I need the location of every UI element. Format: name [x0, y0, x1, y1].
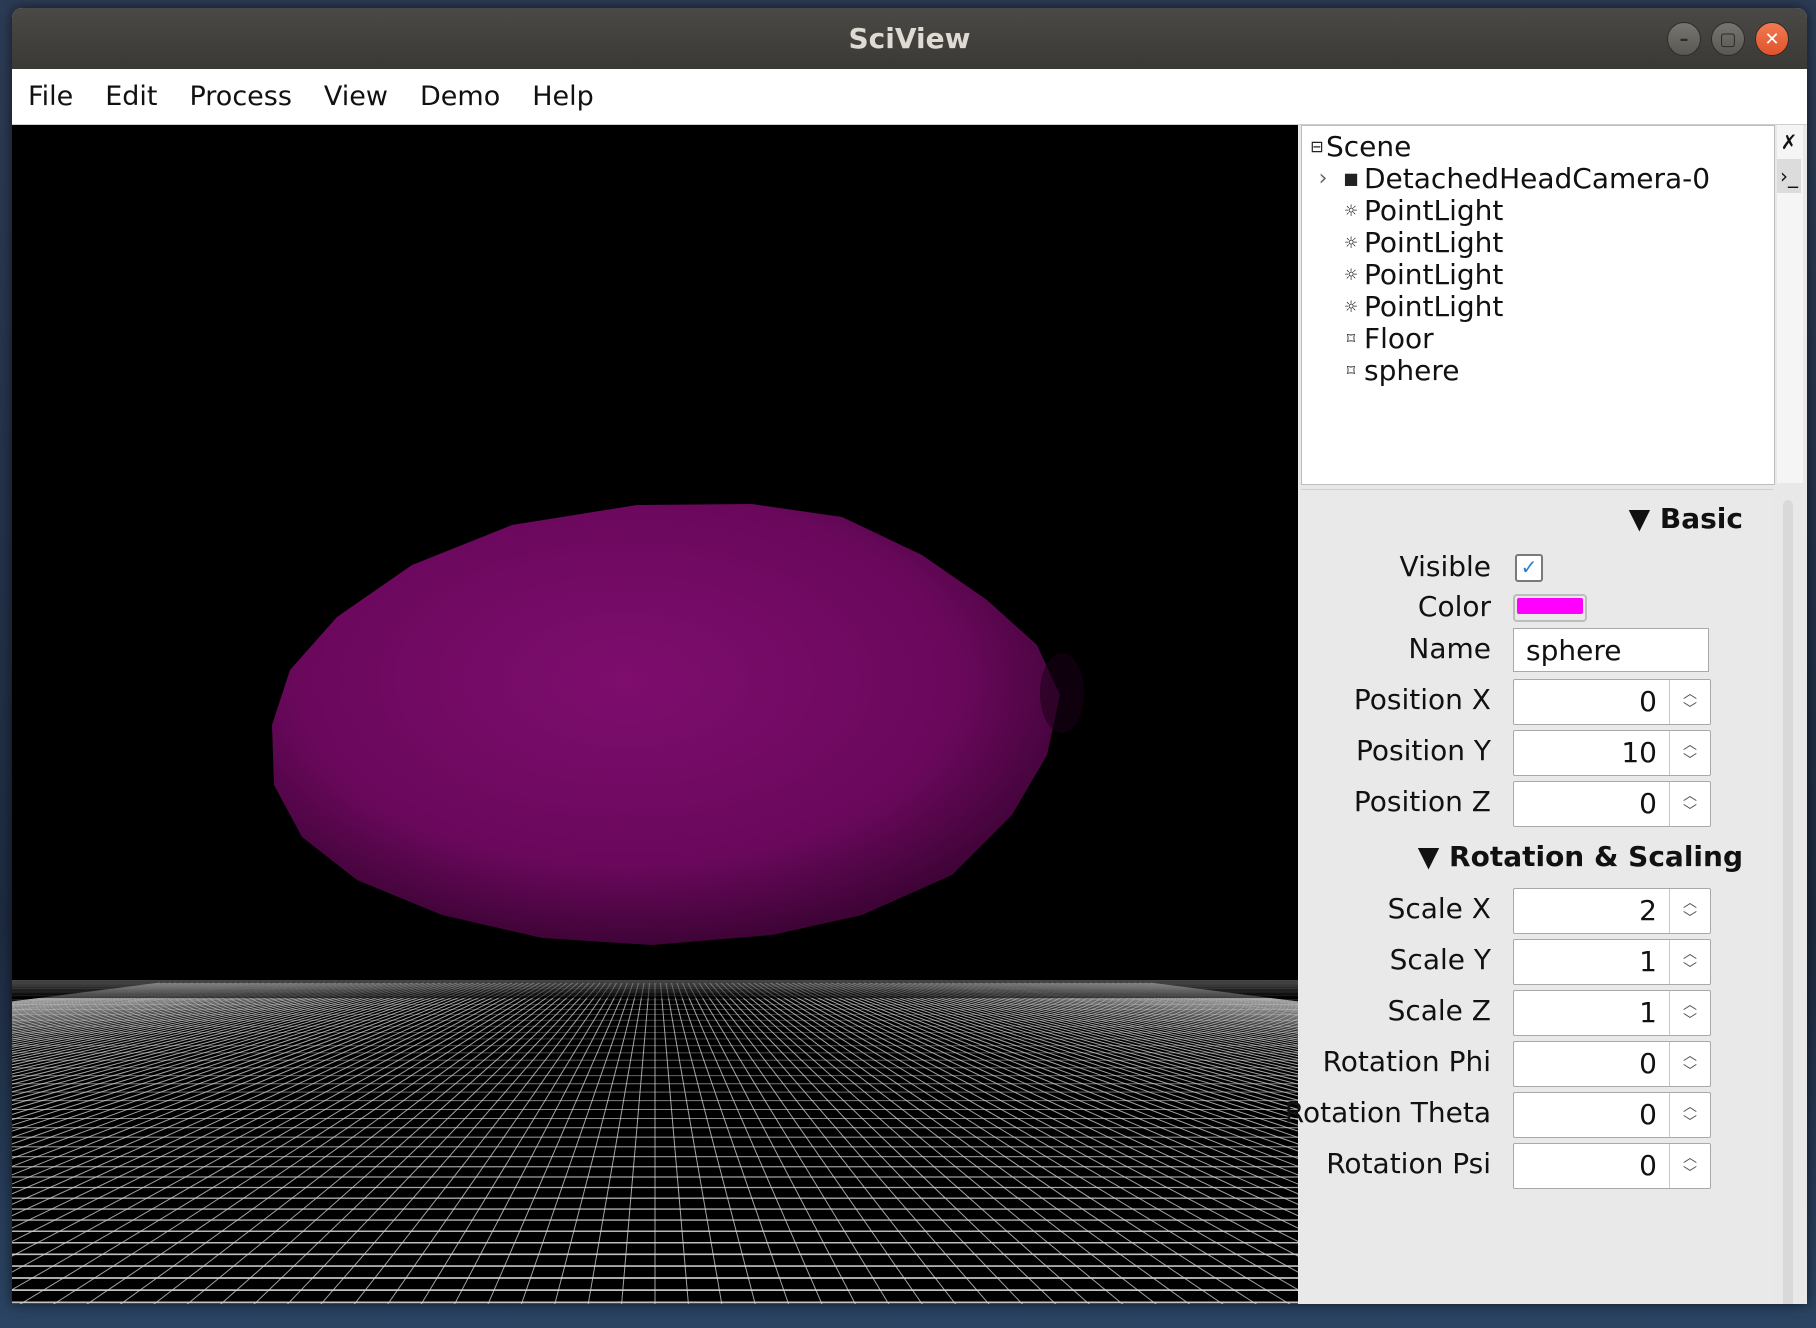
properties-panel: ▼ Basic Visible ✓ Color Name sphere Posi… [1285, 489, 1793, 1304]
light-icon: ☼ [1343, 264, 1359, 284]
light-icon: ☼ [1343, 232, 1359, 252]
tree-item-pointlight[interactable]: ☼ PointLight [1338, 288, 1504, 324]
minimize-button[interactable]: – [1667, 22, 1701, 56]
visible-label: Visible [1399, 550, 1491, 583]
window-title: SciView [848, 22, 971, 55]
tools-icon[interactable]: ✗ [1777, 125, 1801, 159]
console-icon[interactable]: ›_ [1777, 159, 1801, 193]
tree-root-scene[interactable]: ⊟ Scene [1308, 128, 1411, 164]
section-rotation-scaling[interactable]: ▼ Rotation & Scaling [1418, 840, 1743, 873]
menu-view[interactable]: View [324, 81, 404, 112]
spinner-arrows-icon[interactable]: ︿ ﹀ [1670, 680, 1710, 724]
spinner-arrows-icon[interactable]: ︿ ﹀ [1670, 991, 1710, 1035]
scale-z-label: Scale Z [1387, 994, 1491, 1027]
spinner-arrows-icon[interactable]: ︿ ﹀ [1670, 940, 1710, 984]
rotation-psi-label: Rotation Psi [1326, 1147, 1491, 1180]
close-button[interactable]: ✕ [1755, 22, 1789, 56]
color-label: Color [1417, 590, 1491, 623]
section-basic[interactable]: ▼ Basic [1629, 502, 1743, 535]
menu-file[interactable]: File [28, 81, 89, 112]
light-icon: ☼ [1343, 200, 1359, 220]
menu-process[interactable]: Process [189, 81, 307, 112]
scale-y-value[interactable]: 1 [1514, 940, 1670, 984]
spinner-arrows-icon[interactable]: ︿ ﹀ [1670, 731, 1710, 775]
maximize-button[interactable]: ▢ [1711, 22, 1745, 56]
rotation-theta-label: Rotation Theta [1284, 1096, 1491, 1129]
scene-render [12, 125, 1298, 1304]
scale-y-label: Scale Y [1389, 943, 1491, 976]
3d-viewport[interactable] [12, 125, 1298, 1304]
position-y-value[interactable]: 10 [1514, 731, 1670, 775]
spinner-arrows-icon[interactable]: ︿ ﹀ [1670, 889, 1710, 933]
spinner-arrows-icon[interactable]: ︿ ﹀ [1670, 1042, 1710, 1086]
position-y-label: Position Y [1355, 734, 1491, 767]
tree-item-pointlight[interactable]: ☼ PointLight [1338, 224, 1504, 260]
color-swatch-fill [1517, 598, 1583, 614]
tree-item-pointlight[interactable]: ☼ PointLight [1338, 192, 1504, 228]
menu-demo[interactable]: Demo [420, 81, 516, 112]
spinner-arrows-icon[interactable]: ︿ ﹀ [1670, 1093, 1710, 1137]
camera-icon: ■ [1343, 168, 1359, 188]
scale-z-spinner[interactable]: 1 ︿ ﹀ [1513, 990, 1711, 1036]
tree-item-pointlight[interactable]: ☼ PointLight [1338, 256, 1504, 292]
scene-tree[interactable]: ⊟ Scene › ■ DetachedHeadCamera-0 ☼ Point… [1301, 125, 1775, 485]
title-bar[interactable]: SciView – ▢ ✕ [12, 8, 1807, 69]
chevron-right-icon[interactable]: › [1308, 166, 1338, 191]
rotation-phi-value[interactable]: 0 [1514, 1042, 1670, 1086]
side-panel: ⊟ Scene › ■ DetachedHeadCamera-0 ☼ Point… [1285, 125, 1807, 1304]
menu-bar: File Edit Process View Demo Help [12, 69, 1807, 125]
color-swatch[interactable] [1513, 594, 1587, 622]
scale-y-spinner[interactable]: 1 ︿ ﹀ [1513, 939, 1711, 985]
name-field[interactable]: sphere [1513, 628, 1709, 672]
tool-strip: ✗ ›_ [1777, 125, 1803, 483]
menu-help[interactable]: Help [532, 81, 610, 112]
position-z-spinner[interactable]: 0 ︿ ﹀ [1513, 781, 1711, 827]
scale-x-value[interactable]: 2 [1514, 889, 1670, 933]
position-x-label: Position X [1353, 683, 1491, 716]
tree-item-sphere[interactable]: ⌑ sphere [1338, 352, 1460, 388]
app-window: SciView – ▢ ✕ File Edit Process View Dem… [12, 8, 1807, 1304]
visible-checkbox[interactable]: ✓ [1515, 554, 1543, 582]
rotation-phi-spinner[interactable]: 0 ︿ ﹀ [1513, 1041, 1711, 1087]
scale-x-spinner[interactable]: 2 ︿ ﹀ [1513, 888, 1711, 934]
position-x-spinner[interactable]: 0 ︿ ﹀ [1513, 679, 1711, 725]
tree-item-floor[interactable]: ⌑ Floor [1338, 320, 1434, 356]
rotation-phi-label: Rotation Phi [1322, 1045, 1491, 1078]
position-x-value[interactable]: 0 [1514, 680, 1670, 724]
position-z-value[interactable]: 0 [1514, 782, 1670, 826]
position-y-spinner[interactable]: 10 ︿ ﹀ [1513, 730, 1711, 776]
menu-edit[interactable]: Edit [105, 81, 173, 112]
spinner-arrows-icon[interactable]: ︿ ﹀ [1670, 782, 1710, 826]
rotation-psi-spinner[interactable]: 0 ︿ ﹀ [1513, 1143, 1711, 1189]
name-label: Name [1408, 632, 1491, 665]
scale-z-value[interactable]: 1 [1514, 991, 1670, 1035]
rotation-theta-spinner[interactable]: 0 ︿ ﹀ [1513, 1092, 1711, 1138]
spinner-arrows-icon[interactable]: ︿ ﹀ [1670, 1144, 1710, 1188]
position-z-label: Position Z [1353, 785, 1491, 818]
light-icon: ☼ [1343, 296, 1359, 316]
mesh-icon: ⌑ [1346, 328, 1356, 348]
rotation-psi-value[interactable]: 0 [1514, 1144, 1670, 1188]
mesh-icon: ⌑ [1346, 360, 1356, 380]
collapse-icon[interactable]: ⊟ [1308, 137, 1326, 156]
scale-x-label: Scale X [1387, 892, 1491, 925]
tree-item-camera[interactable]: › ■ DetachedHeadCamera-0 [1308, 160, 1710, 196]
rotation-theta-value[interactable]: 0 [1514, 1093, 1670, 1137]
properties-scrollbar[interactable] [1783, 500, 1793, 1304]
